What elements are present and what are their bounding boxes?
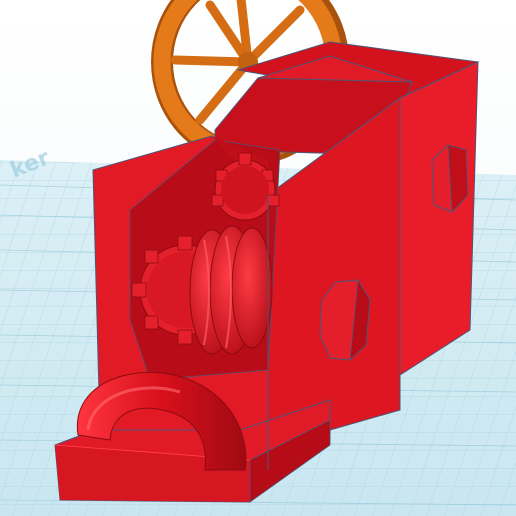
rope-drum[interactable] [189, 225, 273, 355]
3d-viewport[interactable]: ker [0, 0, 516, 516]
viewport-canvas: ker [0, 0, 516, 516]
